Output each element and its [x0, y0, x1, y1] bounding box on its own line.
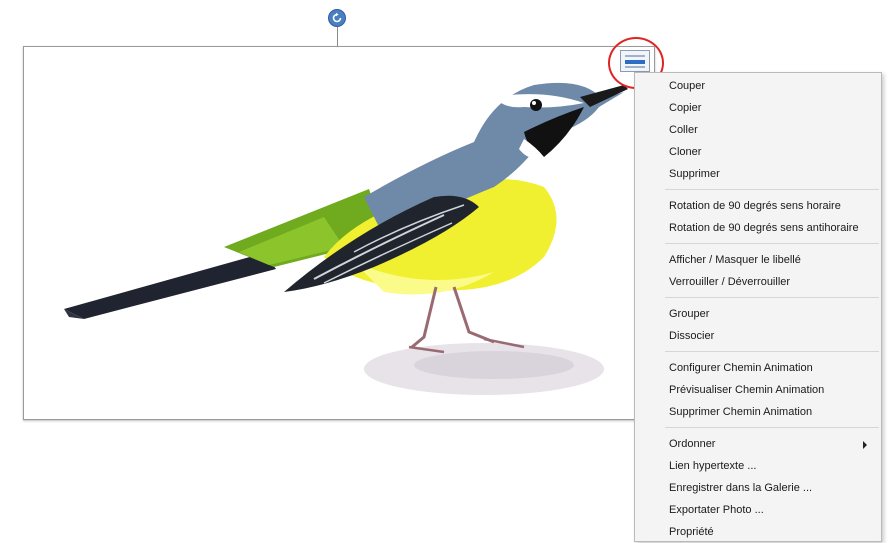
menu-item-toggle-label[interactable]: Afficher / Masquer le libellé — [635, 249, 881, 271]
menu-item-rotate-cw[interactable]: Rotation de 90 degrés sens horaire — [635, 195, 881, 217]
rotate-connector — [337, 27, 338, 47]
menu-item-paste[interactable]: Coller — [635, 119, 881, 141]
rotate-handle[interactable] — [328, 9, 346, 27]
rotate-icon — [332, 12, 342, 23]
menu-separator — [665, 243, 879, 244]
menu-item-order-label: Ordonner — [669, 438, 716, 450]
menu-item-save-gallery[interactable]: Enregistrer dans la Galerie ... — [635, 477, 881, 499]
menu-item-configure-path[interactable]: Configurer Chemin Animation — [635, 357, 881, 379]
menu-separator — [665, 427, 879, 428]
menu-item-hyperlink[interactable]: Lien hypertexte ... — [635, 455, 881, 477]
selected-image[interactable] — [23, 46, 655, 420]
menu-item-group[interactable]: Grouper — [635, 303, 881, 325]
menu-item-export-photo[interactable]: Exportater Photo ... — [635, 499, 881, 521]
bird-illustration — [64, 82, 628, 395]
menu-item-copy[interactable]: Copier — [635, 97, 881, 119]
menu-item-rotate-ccw[interactable]: Rotation de 90 degrés sens antihoraire — [635, 217, 881, 239]
menu-item-ungroup[interactable]: Dissocier — [635, 325, 881, 347]
menu-separator — [665, 351, 879, 352]
menu-item-preview-path[interactable]: Prévisualiser Chemin Animation — [635, 379, 881, 401]
menu-item-cut[interactable]: Couper — [635, 75, 881, 97]
menu-item-properties[interactable]: Propriété — [635, 521, 881, 543]
submenu-arrow-icon — [863, 441, 867, 449]
menu-item-delete-path[interactable]: Supprimer Chemin Animation — [635, 401, 881, 423]
menu-item-order[interactable]: Ordonner — [635, 433, 881, 455]
context-menu: Couper Copier Coller Cloner Supprimer Ro… — [634, 72, 882, 542]
menu-item-delete[interactable]: Supprimer — [635, 163, 881, 185]
menu-separator — [665, 297, 879, 298]
menu-separator — [665, 189, 879, 190]
menu-item-lock[interactable]: Verrouiller / Déverrouiller — [635, 271, 881, 293]
menu-item-clone[interactable]: Cloner — [635, 141, 881, 163]
